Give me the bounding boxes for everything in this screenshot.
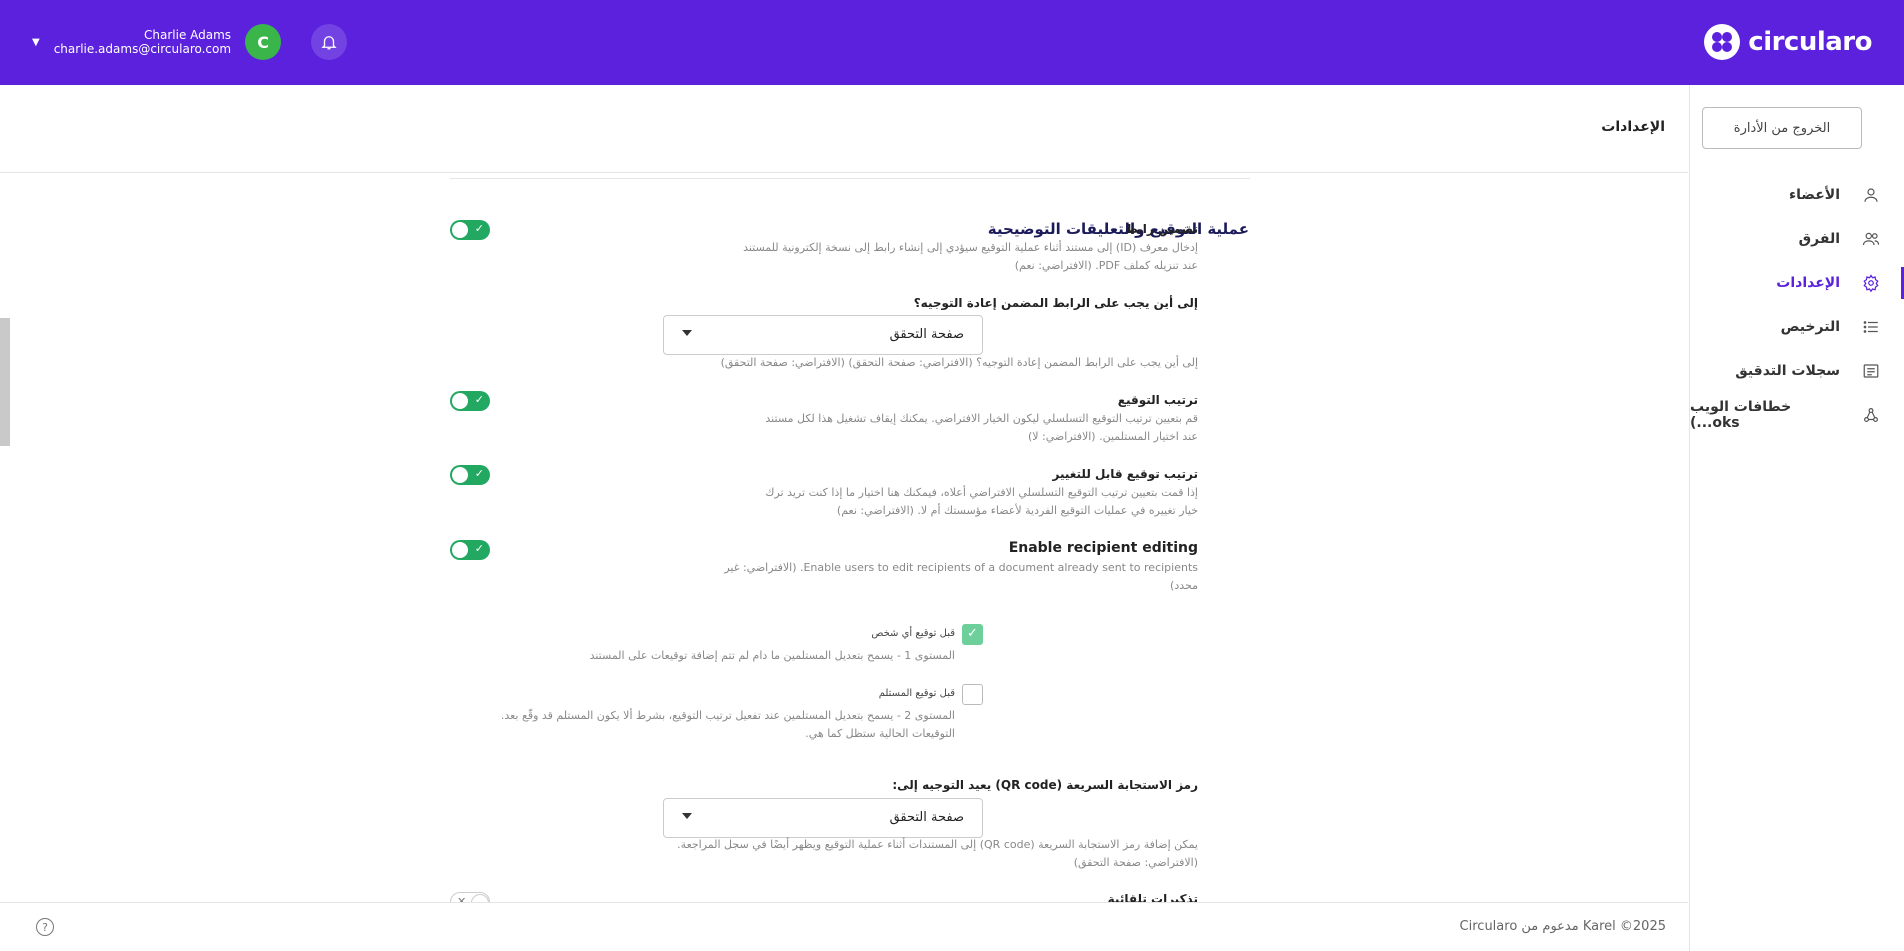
sidebar-item-webhooks[interactable]: خطافات الويب (...oks: [1690, 393, 1904, 437]
user-email: charlie.adams@circularo.com: [53, 42, 232, 56]
user-icon: [1864, 188, 1878, 202]
level1-option: قبل توقيع أي شخص المستوى 1 - يسمح بتعديل…: [590, 628, 955, 665]
logo-mark-icon: [1704, 24, 1741, 60]
check-icon: ✓: [474, 222, 484, 235]
field-label: إلى أين يجب على الرابط المضمن إعادة التو…: [913, 296, 1198, 310]
sidebar-item-label: الأعضاء: [1789, 187, 1840, 203]
sidebar-item-license[interactable]: الترخيص: [1690, 305, 1904, 349]
field-description: إلى أين يجب على الرابط المضمن إعادة التو…: [720, 356, 1198, 369]
field-description: عند اختيار المستلمين. (الافتراضي: لا): [1028, 430, 1198, 443]
avatar[interactable]: C: [245, 24, 282, 60]
redirect-help: إلى أين يجب على الرابط المضمن إعادة التو…: [721, 354, 1198, 372]
copyright-text: Circularo مدعوم من Karel ©2025: [1459, 919, 1666, 934]
sidebar-item-label: الترخيص: [1780, 319, 1840, 335]
option-description: المستوى 1 - يسمح بتعديل المستلمين ما دام…: [589, 649, 955, 662]
field-description: إدخال معرف (ID) إلى مستند أثناء عملية ال…: [743, 241, 1198, 254]
field-description: عند تنزيله كملف PDF. (الافتراضي: نعم): [1014, 259, 1198, 272]
sidebar-item-label: الفرق: [1798, 231, 1840, 247]
field-label: رمز الاستجابة السريعة (QR code) يعيد الت…: [892, 778, 1198, 792]
embed-link-field: تضمين رابط إدخال معرف (ID) إلى مستند أثن…: [743, 222, 1198, 275]
option-label: قبل توقيع المستلم: [878, 688, 955, 699]
chevron-down-icon: [682, 813, 692, 819]
select-value: صفحة التحقق: [889, 327, 964, 342]
level1-checkbox[interactable]: [962, 624, 983, 645]
brand-name: circularo: [1748, 27, 1872, 57]
sign-order-toggle[interactable]: ✓: [450, 391, 490, 411]
qr-redirect-select[interactable]: صفحة التحقق: [663, 798, 983, 838]
top-bar: ▼ Charlie Adams charlie.adams@circularo.…: [0, 0, 1904, 85]
level2-checkbox[interactable]: [962, 684, 983, 705]
check-icon: ✓: [474, 542, 484, 555]
option-description: التوقيعات الحالية ستظل كما هي.: [805, 727, 955, 740]
check-icon: ✓: [474, 467, 484, 480]
sidebar-item-label: خطافات الويب (...oks: [1690, 399, 1792, 431]
log-icon: [1863, 364, 1879, 378]
chevron-down-icon[interactable]: ▼: [32, 37, 40, 48]
sidebar-nav: الأعضاء الفرق الإعدادات الترخيص سجلات ال…: [1690, 173, 1904, 437]
bell-icon: [321, 36, 337, 50]
recipient-editing-toggle[interactable]: ✓: [450, 540, 490, 560]
main-header: الإعدادات: [0, 85, 1688, 173]
user-name: Charlie Adams: [144, 28, 232, 42]
field-label: ترتيب توقيع قابل للتغيير: [1052, 467, 1198, 481]
sidebar-item-label: سجلات التدقيق: [1735, 363, 1840, 379]
field-label: ترتيب التوقيع: [1117, 393, 1198, 407]
option-label: قبل توقيع أي شخص: [871, 628, 955, 639]
field-description: يمكن إضافة رمز الاستجابة السريعة (QR cod…: [677, 838, 1198, 851]
field-description: Enable users to edit recipients of a doc…: [724, 561, 1198, 574]
sidebar-item-settings[interactable]: الإعدادات: [1690, 261, 1904, 305]
field-description: قم بتعيين ترتيب التوقيع التسلسلي ليكون ا…: [765, 412, 1198, 425]
option-description: المستوى 2 - يسمح بتعديل المستلمين عند تف…: [500, 709, 955, 722]
exit-admin-button[interactable]: الخروج من الأدارة: [1702, 107, 1862, 149]
footer: ? Circularo مدعوم من Karel ©2025: [0, 902, 1688, 951]
embed-link-toggle[interactable]: ✓: [450, 220, 490, 240]
gear-icon: [1863, 274, 1879, 292]
divider: [450, 178, 1250, 179]
list-icon: [1863, 321, 1878, 333]
check-icon: ✓: [474, 393, 484, 406]
brand-logo[interactable]: circularo: [1704, 24, 1872, 60]
field-description: محدد): [1170, 579, 1198, 592]
qr-redirect-help: يمكن إضافة رمز الاستجابة السريعة (QR cod…: [677, 836, 1198, 872]
users-icon: [1862, 232, 1880, 246]
chevron-down-icon: [682, 330, 692, 336]
redirect-select[interactable]: صفحة التحقق: [663, 315, 983, 355]
webhook-icon: [1864, 408, 1878, 422]
user-menu[interactable]: ▼ Charlie Adams charlie.adams@circularo.…: [32, 24, 282, 60]
sidebar-item-members[interactable]: الأعضاء: [1690, 173, 1904, 217]
qr-redirect-field: رمز الاستجابة السريعة (QR code) يعيد الت…: [892, 778, 1198, 795]
sidebar-item-audit-logs[interactable]: سجلات التدقيق: [1690, 349, 1904, 393]
recipient-editing-field: Enable recipient editing Enable users to…: [724, 540, 1198, 595]
sign-order-field: ترتيب التوقيع قم بتعيين ترتيب التوقيع ال…: [765, 393, 1198, 446]
redirect-field: إلى أين يجب على الرابط المضمن إعادة التو…: [914, 296, 1198, 313]
help-icon[interactable]: ?: [36, 918, 54, 936]
changeable-order-toggle[interactable]: ✓: [450, 465, 490, 485]
sidebar: الخروج من الأدارة الأعضاء الفرق الإعدادا…: [1689, 85, 1904, 951]
sidebar-item-teams[interactable]: الفرق: [1690, 217, 1904, 261]
select-value: صفحة التحقق: [889, 810, 964, 825]
field-description: إذا قمت بتعيين ترتيب التوقيع التسلسلي ال…: [765, 486, 1198, 499]
changeable-order-field: ترتيب توقيع قابل للتغيير إذا قمت بتعيين …: [765, 467, 1198, 520]
sidebar-item-label: الإعدادات: [1776, 275, 1840, 291]
field-description: خيار تغييره في عمليات التوقيع الفردية لأ…: [836, 504, 1198, 517]
notifications-button[interactable]: [311, 24, 347, 60]
user-info[interactable]: Charlie Adams charlie.adams@circularo.co…: [54, 28, 231, 56]
scrollbar-handle[interactable]: [0, 318, 10, 446]
field-description: (الافتراضي: صفحة التحقق): [1073, 856, 1198, 869]
level2-option: قبل توقيع المستلم المستوى 2 - يسمح بتعدي…: [501, 688, 955, 743]
field-label: Enable recipient editing: [1008, 540, 1198, 556]
field-label: تضمين رابط: [1125, 222, 1198, 236]
page-title: الإعدادات: [1601, 119, 1665, 135]
